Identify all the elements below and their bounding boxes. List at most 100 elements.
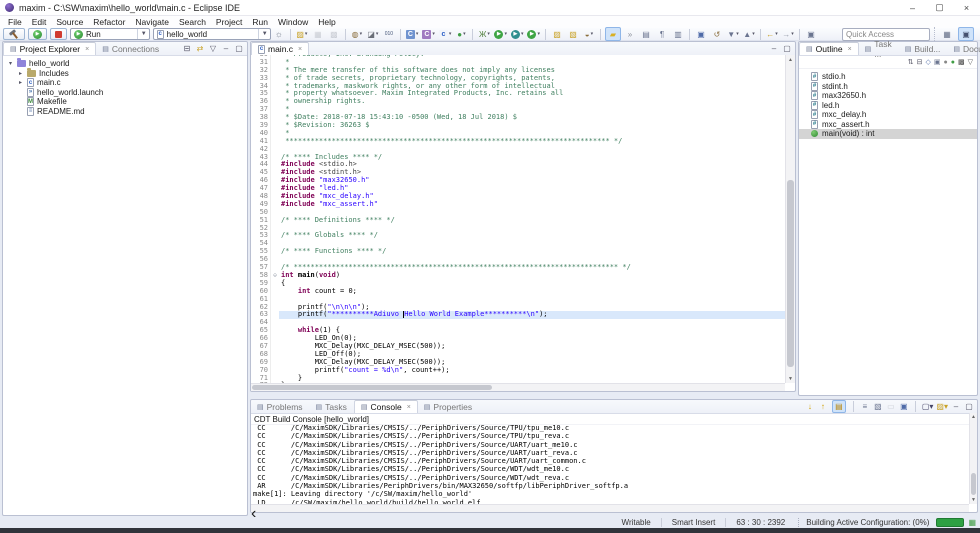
code-line[interactable]: 71 }: [251, 375, 785, 383]
sort-icon[interactable]: ⇅: [908, 58, 914, 66]
word-wrap-icon[interactable]: ≡: [860, 401, 870, 412]
open-type-icon[interactable]: ▨: [550, 28, 564, 40]
console-horizontal-scrollbar[interactable]: ‹ ›: [251, 504, 969, 512]
close-icon[interactable]: ×: [848, 46, 852, 53]
view-menu-icon[interactable]: ▽: [968, 58, 973, 66]
console-tab-problems[interactable]: ▤Problems: [251, 400, 310, 413]
debug-icon[interactable]: Ж▾: [477, 28, 491, 40]
code-line[interactable]: 49#include "mxc_assert.h": [251, 201, 785, 209]
expand-arrow-icon[interactable]: ▾: [7, 60, 14, 67]
code-line[interactable]: 63 printf("**********Adiuvo Hello World …: [251, 311, 785, 319]
flash-program-button[interactable]: [3, 28, 25, 40]
editor-tab-main-c[interactable]: cmain.c×: [251, 42, 309, 55]
expand-arrow-icon[interactable]: ▸: [17, 70, 24, 77]
build-icon[interactable]: ◪▾: [366, 28, 380, 40]
custom-filters-icon[interactable]: ▩: [958, 58, 965, 66]
display-selected-console-icon[interactable]: ▢▾: [922, 401, 934, 412]
scrollbar-thumb[interactable]: [252, 385, 492, 390]
show-whitespace-icon[interactable]: ¶: [655, 28, 669, 40]
build-all-icon[interactable]: 010: [382, 28, 396, 40]
skip-breakpoints-icon[interactable]: ◍▾: [350, 28, 364, 40]
menu-source[interactable]: Source: [51, 17, 88, 27]
menu-help[interactable]: Help: [313, 17, 340, 27]
menu-run[interactable]: Run: [247, 17, 273, 27]
code-wizard-icon[interactable]: ●▾: [454, 28, 468, 40]
link-with-editor-icon[interactable]: ●: [951, 59, 955, 66]
next-word-icon[interactable]: »: [623, 28, 637, 40]
run-application-button[interactable]: ▶: [28, 28, 47, 40]
clear-console-icon[interactable]: ▧: [873, 401, 883, 412]
maximize-panel-icon[interactable]: ▢: [964, 401, 974, 412]
run-icon[interactable]: ▶▾: [493, 28, 508, 40]
highlight-selection-icon[interactable]: ▣: [694, 28, 708, 40]
tree-item-readme-md[interactable]: ≡README.md: [3, 107, 247, 117]
code-editor[interactable]: 30 * Products, Inc. Branding Policy.31 *…: [251, 55, 785, 383]
c-cpp-perspective-button[interactable]: ▣: [958, 27, 974, 41]
pe-tab-project-explorer[interactable]: ▤Project Explorer×: [3, 42, 96, 55]
scroll-down-icon[interactable]: ▼: [786, 374, 795, 383]
maximize-button[interactable]: ▢: [926, 0, 953, 15]
save-icon[interactable]: ▦: [311, 28, 325, 40]
console-tab-tasks[interactable]: ▤Tasks: [310, 400, 354, 413]
tree-item-includes[interactable]: ▸Includes: [3, 69, 247, 79]
stop-button[interactable]: [50, 28, 67, 40]
collapse-all-icon[interactable]: ⊟: [917, 58, 923, 66]
view-menu-icon[interactable]: ▽: [208, 43, 218, 54]
outline-item-mxc-delay-h[interactable]: #mxc_delay.h: [799, 110, 977, 120]
scroll-up-icon[interactable]: ▲: [786, 55, 795, 64]
menu-window[interactable]: Window: [273, 17, 313, 27]
maximize-panel-icon[interactable]: ▢: [782, 43, 792, 54]
editor-vertical-scrollbar[interactable]: ▲ ▼: [785, 55, 795, 383]
minimize-panel-icon[interactable]: –: [769, 43, 779, 54]
outline-tab-task-[interactable]: ▤Task ...: [859, 42, 899, 55]
outline-item-main-void-int[interactable]: main(void) : int: [799, 129, 977, 139]
minimize-button[interactable]: –: [899, 0, 926, 15]
menu-file[interactable]: File: [3, 17, 27, 27]
close-button[interactable]: ×: [953, 0, 980, 15]
console-output[interactable]: CC /C/MaximSDK/Libraries/CMSIS/../Periph…: [251, 423, 969, 504]
show-annotations-icon[interactable]: ▤: [639, 28, 653, 40]
last-edit-location-icon[interactable]: ↺: [710, 28, 724, 40]
close-icon[interactable]: ×: [407, 404, 411, 411]
console-tab-console[interactable]: ▤Console×: [354, 400, 418, 413]
console-vertical-scrollbar[interactable]: ▲ ▼: [969, 413, 977, 504]
launch-config-combo[interactable]: c hello_world ▼: [153, 28, 271, 40]
menu-navigate[interactable]: Navigate: [130, 17, 174, 27]
editor-horizontal-scrollbar[interactable]: [251, 383, 785, 391]
open-perspective-button[interactable]: ▦: [940, 28, 954, 40]
new-cpp-class-icon[interactable]: C▾: [421, 28, 436, 40]
code-line[interactable]: 36 * ownership rights.: [251, 98, 785, 106]
minimize-panel-icon[interactable]: –: [221, 43, 231, 54]
prev-annotation-icon[interactable]: ▲▾: [742, 28, 756, 40]
next-error-icon[interactable]: ↓: [805, 401, 815, 412]
code-line[interactable]: 51/* **** Definitions **** */: [251, 217, 785, 225]
search-icon[interactable]: ◒▾: [582, 28, 596, 40]
open-console-icon[interactable]: ▨▾: [936, 401, 948, 412]
scrollbar-thumb[interactable]: [971, 473, 976, 495]
outline-tab-build-[interactable]: ▤Build...: [899, 42, 948, 55]
save-all-icon[interactable]: ▩: [327, 28, 341, 40]
hide-non-public-icon[interactable]: ●: [944, 59, 948, 66]
new-c-file-icon[interactable]: c▾: [438, 28, 453, 40]
collapse-all-icon[interactable]: ⊟: [182, 43, 192, 54]
menu-refactor[interactable]: Refactor: [88, 17, 130, 27]
tree-item-hello-world-launch[interactable]: »hello_world.launch: [3, 88, 247, 98]
pe-tab-connections[interactable]: ▤Connections: [96, 42, 166, 55]
remove-launch-icon[interactable]: ▭: [886, 401, 896, 412]
pin-console-icon[interactable]: ▣: [899, 401, 909, 412]
close-icon[interactable]: ×: [85, 46, 89, 53]
menu-project[interactable]: Project: [211, 17, 247, 27]
code-line[interactable]: 39 * $Revision: 36263 $: [251, 122, 785, 130]
launch-settings-gear-icon[interactable]: ☼: [275, 29, 283, 39]
tree-item-main-c[interactable]: ▸cmain.c: [3, 78, 247, 88]
scroll-down-icon[interactable]: ▼: [970, 496, 977, 504]
outline-tab-docu-[interactable]: ▤Docu...: [947, 42, 980, 55]
code-line[interactable]: 60 int count = 0;: [251, 288, 785, 296]
console-tab-properties[interactable]: ▤Properties: [418, 400, 479, 413]
tree-item-hello-world[interactable]: ▾hello_world: [3, 59, 247, 69]
forward-icon[interactable]: →▾: [781, 28, 795, 40]
scrollbar-thumb[interactable]: [787, 180, 794, 367]
menu-edit[interactable]: Edit: [27, 17, 52, 27]
code-line[interactable]: 53/* **** Globals **** */: [251, 232, 785, 240]
profile-icon[interactable]: ▶▾: [510, 28, 525, 40]
